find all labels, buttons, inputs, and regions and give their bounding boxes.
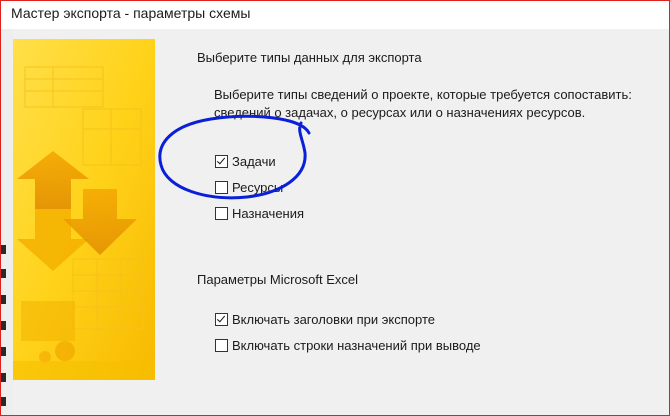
include-assignment-rows-checkbox-row[interactable]: Включать строки назначений при выводе (215, 336, 481, 354)
include-headers-checkbox-row[interactable]: Включать заголовки при экспорте (215, 310, 435, 328)
data-types-description: Выберите типы сведений о проекте, которы… (214, 87, 632, 120)
tasks-checkbox[interactable] (215, 154, 228, 168)
assignments-checkbox-label: Назначения (232, 205, 305, 221)
title-bar: Мастер экспорта - параметры схемы (1, 1, 669, 29)
resources-checkbox[interactable] (215, 180, 228, 194)
tasks-checkbox-label: Задачи (232, 153, 276, 169)
window-title: Мастер экспорта - параметры схемы (11, 5, 251, 21)
wizard-banner-arrows-icon (13, 39, 155, 380)
background-app-edge (1, 29, 13, 415)
include-assignment-rows-checkbox-label: Включать строки назначений при выводе (232, 337, 481, 353)
resources-checkbox-row[interactable]: Ресурсы (215, 178, 283, 196)
excel-options-heading: Параметры Microsoft Excel (197, 272, 359, 287)
export-wizard-window: Мастер экспорта - параметры схемы Выбери… (0, 0, 670, 416)
assignments-checkbox[interactable] (215, 206, 228, 220)
include-headers-checkbox[interactable] (215, 312, 228, 326)
assignments-checkbox-row[interactable]: Назначения (215, 204, 304, 222)
resources-checkbox-label: Ресурсы (232, 179, 284, 195)
include-assignment-rows-checkbox[interactable] (215, 338, 228, 352)
data-types-heading: Выберите типы данных для экспорта (197, 50, 422, 65)
include-headers-checkbox-label: Включать заголовки при экспорте (232, 311, 435, 327)
tasks-checkbox-row[interactable]: Задачи (215, 152, 276, 170)
